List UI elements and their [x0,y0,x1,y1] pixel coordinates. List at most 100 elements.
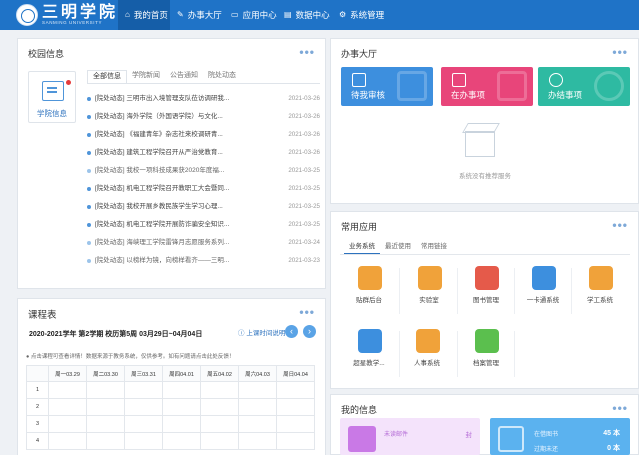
class-cell[interactable] [124,381,163,399]
unread-mail-card[interactable]: 未读邮件 封 [340,418,480,455]
app-label: 一卡通系统 [526,297,560,304]
app-label: 图书管理 [473,297,499,304]
tab-all-info[interactable]: 全部信息 [87,70,127,84]
news-date: 2021-03-25 [288,167,320,174]
class-cell[interactable] [86,381,125,399]
class-cell[interactable] [86,415,125,433]
info-value: 0 本 [607,445,620,452]
class-cell[interactable] [238,432,277,450]
nav-data-center[interactable]: ▤ 数据中心 [284,0,330,30]
news-item[interactable]: [院处动态] 海外学院（外国语学院）与文化... 2021-03-26 [86,108,320,126]
class-cell[interactable] [276,398,315,416]
class-cell[interactable] [276,381,315,399]
completed-tile[interactable]: 办结事项 [538,67,630,106]
table-row: 4 [26,432,315,450]
tab-recently-used[interactable]: 最近使用 [380,241,416,255]
next-week-button[interactable]: › [303,325,316,338]
list-watermark-icon [497,71,527,101]
nav-home[interactable]: ⌂ 我的首页 [118,0,170,30]
link-label: 上课时间说明 [246,330,286,337]
top-header: 三明学院 SANMING UNIVERSITY ⌂ 我的首页 ✎ 办事大厅 ▭ … [0,0,639,30]
class-cell[interactable] [238,415,277,433]
news-item[interactable]: [院处动态] 以榜样为镜，向榜样看齐——三明... 2021-03-23 [86,252,320,270]
app-item[interactable]: 学工系统 [571,262,629,318]
in-progress-tile[interactable]: 在办事项 [441,67,533,106]
tab-common-links[interactable]: 常用链接 [416,241,452,255]
tab-divider [87,83,320,84]
class-cell[interactable] [86,432,125,450]
class-cell[interactable] [200,432,239,450]
app-label: 超星教学... [353,360,385,367]
news-item[interactable]: [院处动态] 我校开展乡教民族学生学习心理... 2021-03-25 [86,198,320,216]
schedule-note[interactable]: ● 点击课程可查看详情！数据来源于教务系统，仅供参考。如有问题请点击此处反馈！ [26,352,234,360]
info-value: 45 本 [603,430,620,437]
table-row: 3 [26,415,315,433]
news-item[interactable]: [院处动态] 三明市出入境管理支队莅访调研我... 2021-03-26 [86,90,320,108]
class-cell[interactable] [200,381,239,399]
class-cell[interactable] [124,415,163,433]
teach-icon [358,329,382,353]
more-icon[interactable]: ••• [299,305,315,319]
brand-subtitle: SANMING UNIVERSITY [42,20,103,25]
news-item[interactable]: [院处动态] 《福建青年》杂志社来校调研青... 2021-03-26 [86,126,320,144]
nav-office-hall[interactable]: ✎ 办事大厅 [177,0,222,30]
class-cell[interactable] [162,432,201,450]
class-cell[interactable] [162,415,201,433]
news-title: [院处动态] 海峡理工学院雷锋月志愿服务系列... [95,239,230,246]
app-item[interactable]: 贴群后台 [340,262,398,318]
app-label: 学工系统 [587,297,613,304]
app-item[interactable]: 超星教学... [340,325,398,381]
day-header: 周日04.04 [276,365,315,382]
tile-label: 待我审核 [351,90,386,100]
class-cell[interactable] [48,415,87,433]
class-cell[interactable] [238,381,277,399]
apps-tabs: 业务系统 最近使用 常用链接 [344,241,452,255]
more-icon[interactable]: ••• [612,401,628,415]
nav-app-center[interactable]: ▭ 应用中心 [231,0,277,30]
class-cell[interactable] [48,381,87,399]
tab-college-news[interactable]: 学院新闻 [127,70,165,84]
brand-name[interactable]: 三明学院 [42,3,118,20]
more-icon[interactable]: ••• [612,45,628,59]
news-item[interactable]: [院处动态] 海峡理工学院雷锋月志愿服务系列... 2021-03-24 [86,234,320,252]
class-time-explanation-link[interactable]: ⓘ 上课时间说明 [238,327,285,337]
panel-title: 我的信息 [341,405,378,415]
nav-system-admin[interactable]: ⚙ 系统管理 [339,0,384,30]
class-cell[interactable] [124,398,163,416]
news-item[interactable]: [院处动态] 机电工程学院开展防诈骗安全知识... 2021-03-25 [86,216,320,234]
news-date: 2021-03-26 [288,113,320,120]
app-item[interactable]: 一卡通系统 [514,262,572,318]
pending-review-tile[interactable]: 待我审核 [341,67,433,106]
more-icon[interactable]: ••• [299,45,315,59]
college-info-card[interactable]: 学院信息 [28,71,76,123]
app-item[interactable]: 档案管理 [457,325,515,381]
prev-week-button[interactable]: ‹ [285,325,298,338]
class-cell[interactable] [48,432,87,450]
app-label: 实验室 [419,297,439,304]
more-icon[interactable]: ••• [612,218,628,232]
class-cell[interactable] [48,398,87,416]
school-logo-icon[interactable] [16,4,38,26]
class-cell[interactable] [276,415,315,433]
class-cell[interactable] [124,432,163,450]
app-item[interactable]: 人事系统 [398,325,456,381]
class-cell[interactable] [200,415,239,433]
class-cell[interactable] [162,381,201,399]
class-cell[interactable] [200,398,239,416]
news-item[interactable]: [院处动态] 建筑工程学院召开从严治党教育... 2021-03-26 [86,144,320,162]
news-item[interactable]: [院处动态] 机电工程学院召开教职工大会暨同... 2021-03-25 [86,180,320,198]
class-cell[interactable] [162,398,201,416]
app-item[interactable]: 实验室 [400,262,458,318]
pending-review-watermark-icon [397,71,427,101]
app-item[interactable]: 图书管理 [457,262,515,318]
class-cell[interactable] [86,398,125,416]
library-card[interactable]: 在借图书 45 本 过期未还 0 本 [490,418,630,455]
day-header: 周三03.31 [124,365,163,382]
news-item[interactable]: [院处动态] 我校一项科技成果获2020年度福... 2021-03-25 [86,162,320,180]
class-cell[interactable] [238,398,277,416]
tab-business-systems[interactable]: 业务系统 [344,241,380,255]
news-title: [院处动态] 《福建青年》杂志社来校调研青... [95,131,223,138]
class-cell[interactable] [276,432,315,450]
tab-dept-news[interactable]: 院处动态 [203,70,241,84]
tab-announcements[interactable]: 公告通知 [165,70,203,84]
